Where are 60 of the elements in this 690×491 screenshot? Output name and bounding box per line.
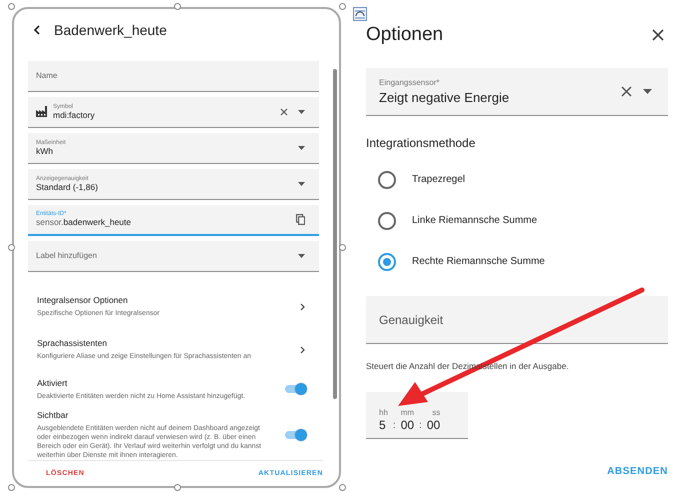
time-value: 00	[400, 418, 414, 432]
caret-icon	[298, 182, 305, 186]
radio-button[interactable]	[378, 252, 396, 270]
time-value: 00	[426, 418, 440, 432]
field-value: sensor.badenwerk_heute	[36, 217, 132, 228]
radio-button[interactable]	[378, 170, 396, 188]
radio-button[interactable]	[378, 212, 396, 230]
chevron-right-icon	[300, 346, 305, 354]
toggle-switch[interactable]	[285, 385, 305, 394]
section-heading: Integrationsmethode	[366, 136, 476, 150]
field-label: Label hinzufügen	[36, 251, 98, 260]
time-separator: :	[419, 420, 422, 432]
field-value: Standard (-1,86)	[36, 182, 99, 192]
field-placeholder: Genauigkeit	[379, 312, 444, 326]
caret-icon	[643, 89, 652, 94]
chevron-right-icon	[300, 302, 305, 311]
resize-handle[interactable]	[339, 3, 346, 10]
radio-label: Linke Riemannsche Summe	[412, 215, 538, 226]
resize-handle[interactable]	[339, 484, 346, 491]
select-field[interactable]: Eingangssensor* Zeigt negative Energie	[366, 68, 668, 116]
factory-icon	[36, 106, 48, 118]
time-separator: :	[392, 420, 396, 432]
resize-handle[interactable]	[8, 484, 15, 491]
field-value: kWh	[36, 146, 54, 156]
image-icon	[353, 7, 367, 21]
field-label: Name	[36, 71, 58, 80]
clear-icon[interactable]	[280, 108, 288, 116]
name-field[interactable]: Name	[28, 60, 319, 92]
row-title: Sprachassistenten	[37, 338, 108, 348]
toggle-switch[interactable]	[285, 430, 305, 439]
radio-label: Trapezregel	[412, 174, 465, 185]
row-title: Aktiviert	[37, 378, 68, 388]
resize-handle[interactable]	[174, 484, 181, 491]
caret-icon	[298, 254, 305, 258]
scrollbar[interactable]	[333, 69, 337, 399]
precision-field[interactable]: Genauigkeit	[366, 296, 668, 344]
field-value: mdi:factory	[53, 110, 96, 120]
caret-icon	[298, 110, 305, 114]
back-icon[interactable]	[32, 24, 42, 36]
resize-handle[interactable]	[174, 3, 181, 10]
select-field[interactable]: Label hinzufügen	[28, 240, 319, 272]
resize-handle[interactable]	[8, 244, 15, 251]
copy-icon[interactable]	[296, 214, 305, 225]
caret-icon	[298, 146, 305, 150]
resize-handle[interactable]	[8, 3, 15, 10]
field-label: Eingangssensor*	[379, 78, 440, 87]
row-title: Sichtbar	[37, 410, 70, 420]
duration-field[interactable]: hh 5 : mm 00 : ss 00	[366, 392, 468, 439]
field-value: Zeigt negative Energie	[379, 90, 510, 105]
time-value: 5	[379, 418, 386, 432]
unit-label: hh	[379, 408, 388, 417]
unit-label: mm	[400, 408, 414, 417]
unit-label: ss	[432, 408, 440, 417]
row-title: Integralsensor Optionen	[37, 294, 129, 305]
radio-label: Rechte Riemannsche Summe	[412, 256, 545, 267]
dialog-title: Optionen	[366, 24, 444, 46]
resize-handle[interactable]	[339, 244, 346, 251]
close-icon[interactable]	[652, 29, 664, 41]
clear-icon[interactable]	[621, 86, 632, 97]
dialog-title: Badenwerk_heute	[54, 22, 167, 38]
